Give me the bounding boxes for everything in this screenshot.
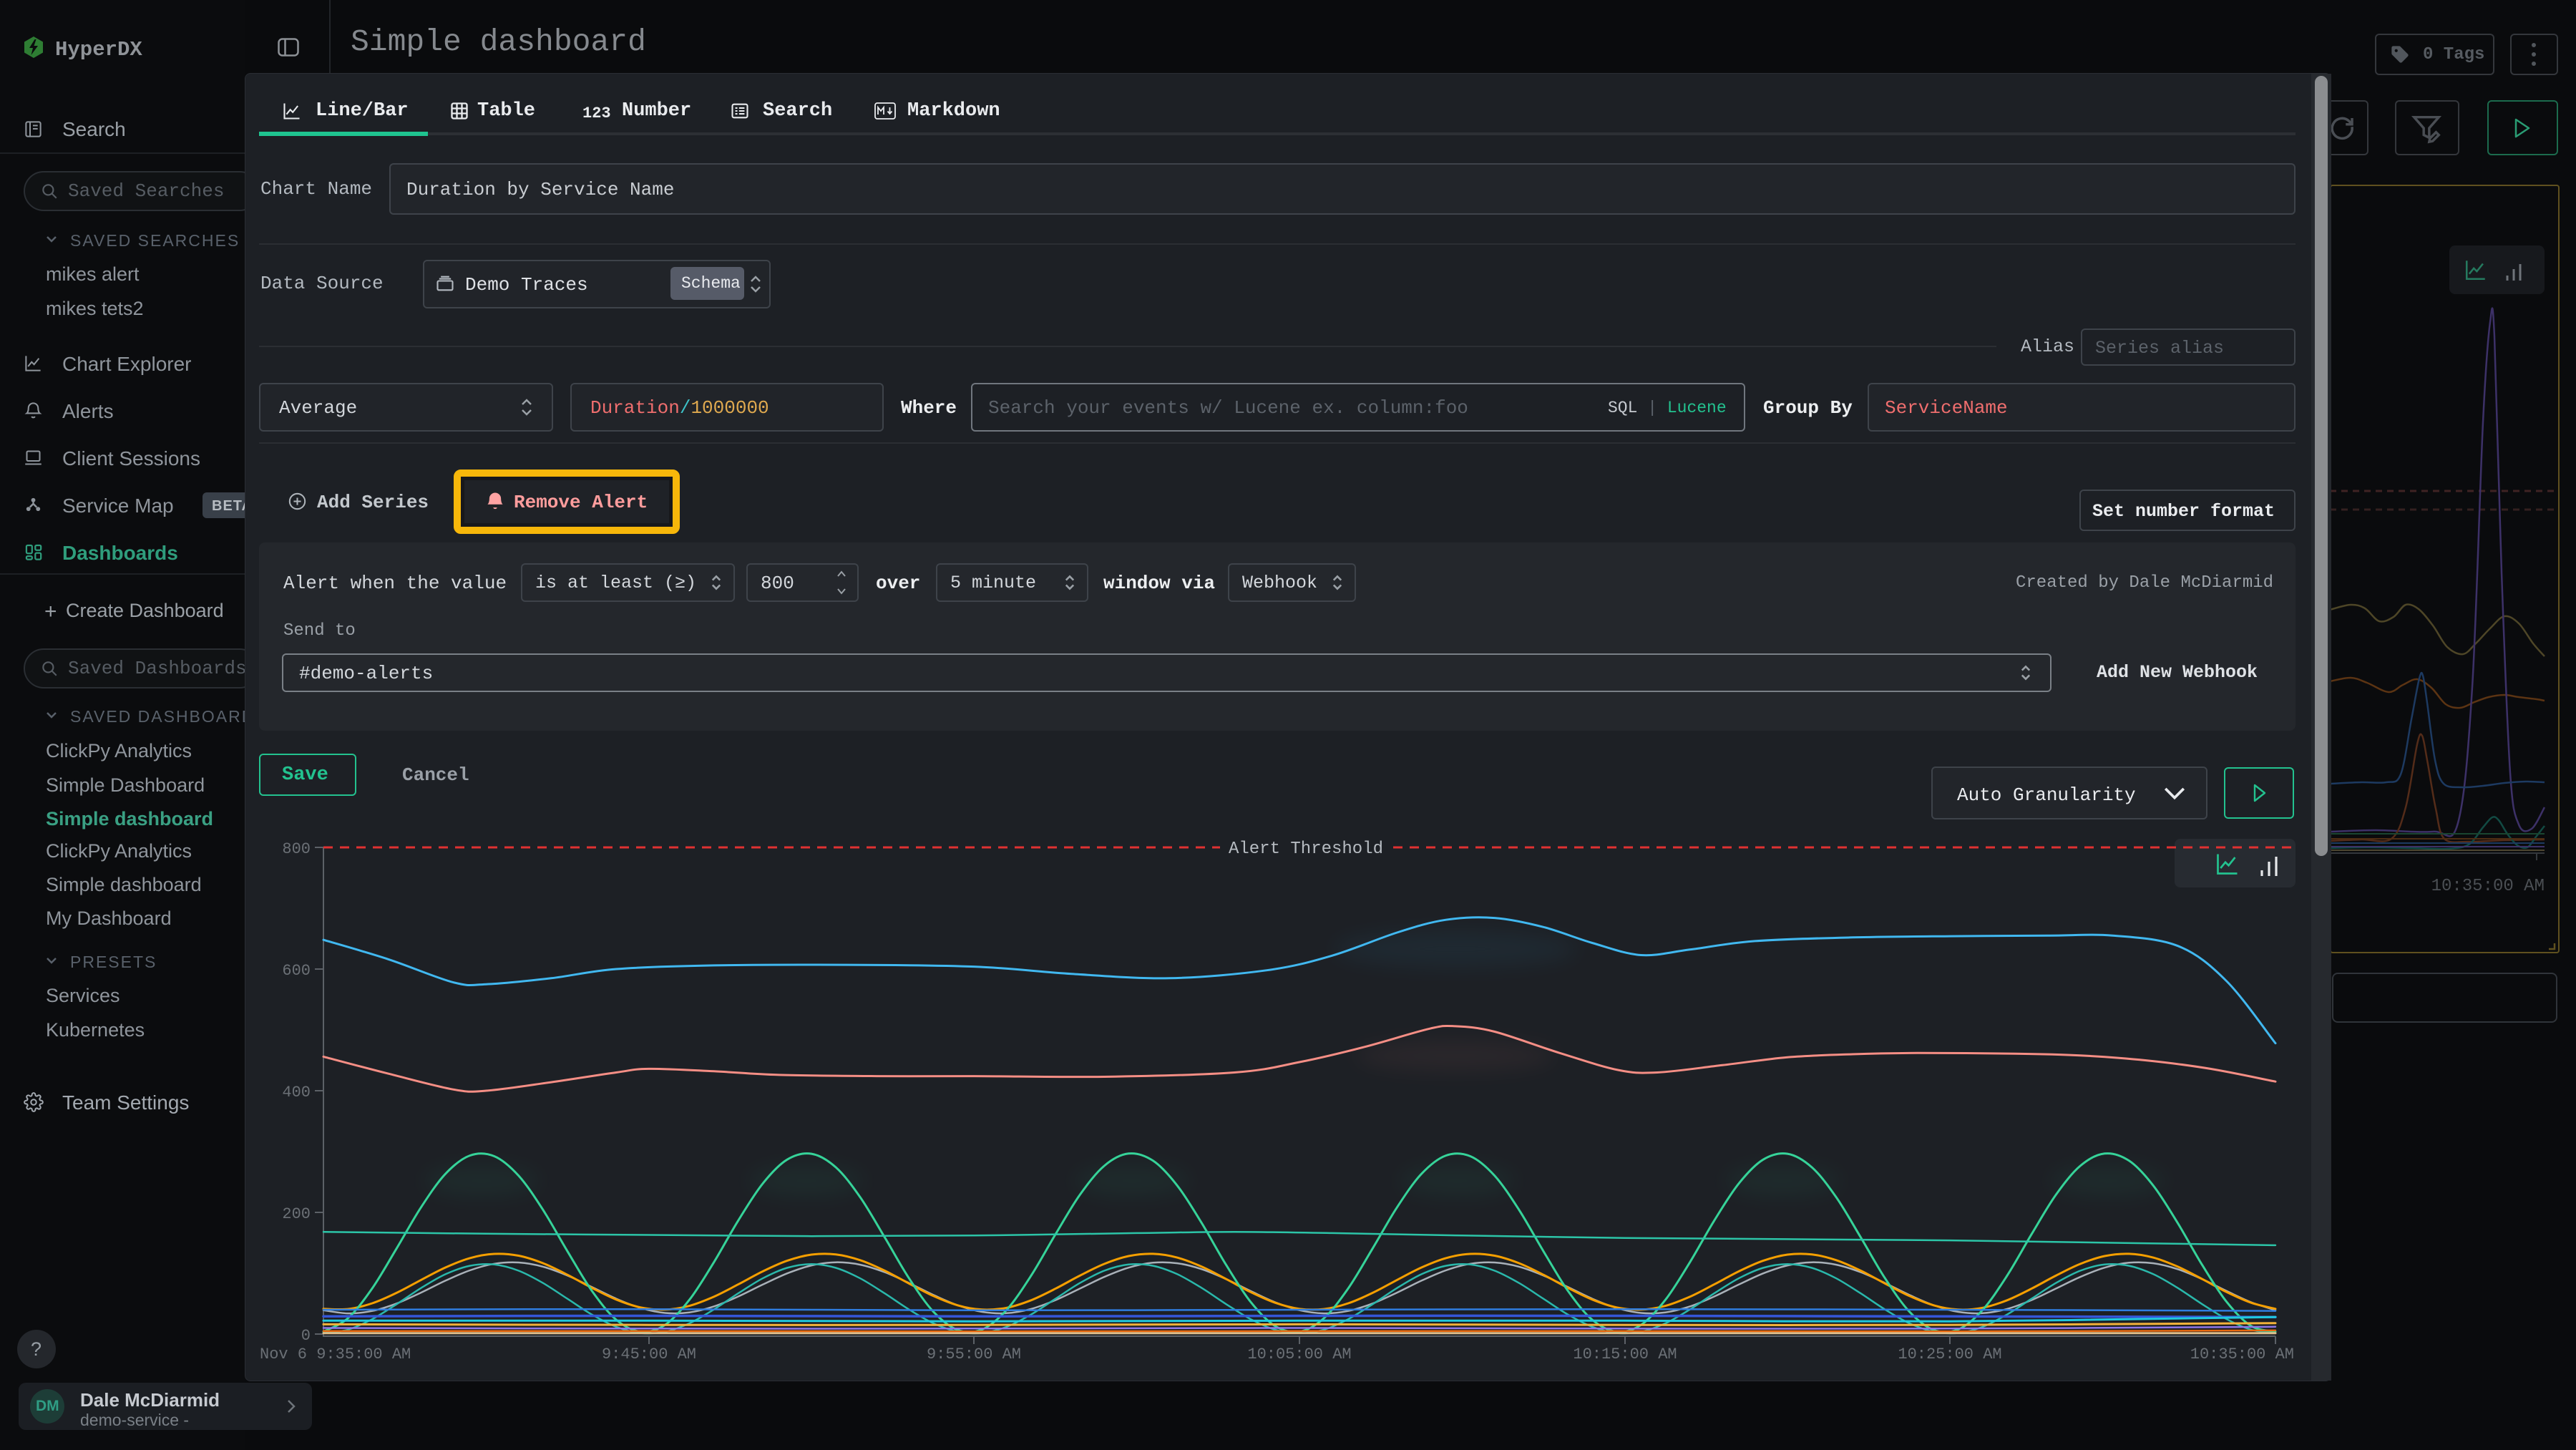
svg-text:600: 600 [282,962,311,980]
svg-text:400: 400 [282,1084,311,1101]
svg-text:Alert Threshold: Alert Threshold [1229,840,1383,859]
svg-text:9:55:00 AM: 9:55:00 AM [927,1346,1021,1363]
svg-text:800: 800 [282,840,311,858]
svg-text:9:45:00 AM: 9:45:00 AM [602,1346,696,1363]
svg-text:Nov 6 9:35:00 AM: Nov 6 9:35:00 AM [260,1346,411,1363]
svg-text:200: 200 [282,1205,311,1223]
svg-text:10:35:00 AM: 10:35:00 AM [2190,1346,2294,1363]
svg-text:10:05:00 AM: 10:05:00 AM [1247,1346,1351,1363]
svg-text:10:25:00 AM: 10:25:00 AM [1898,1346,2001,1363]
svg-text:0: 0 [301,1327,311,1345]
svg-text:10:15:00 AM: 10:15:00 AM [1573,1346,1677,1363]
svg-text:10:35:00 AM: 10:35:00 AM [2431,877,2545,896]
